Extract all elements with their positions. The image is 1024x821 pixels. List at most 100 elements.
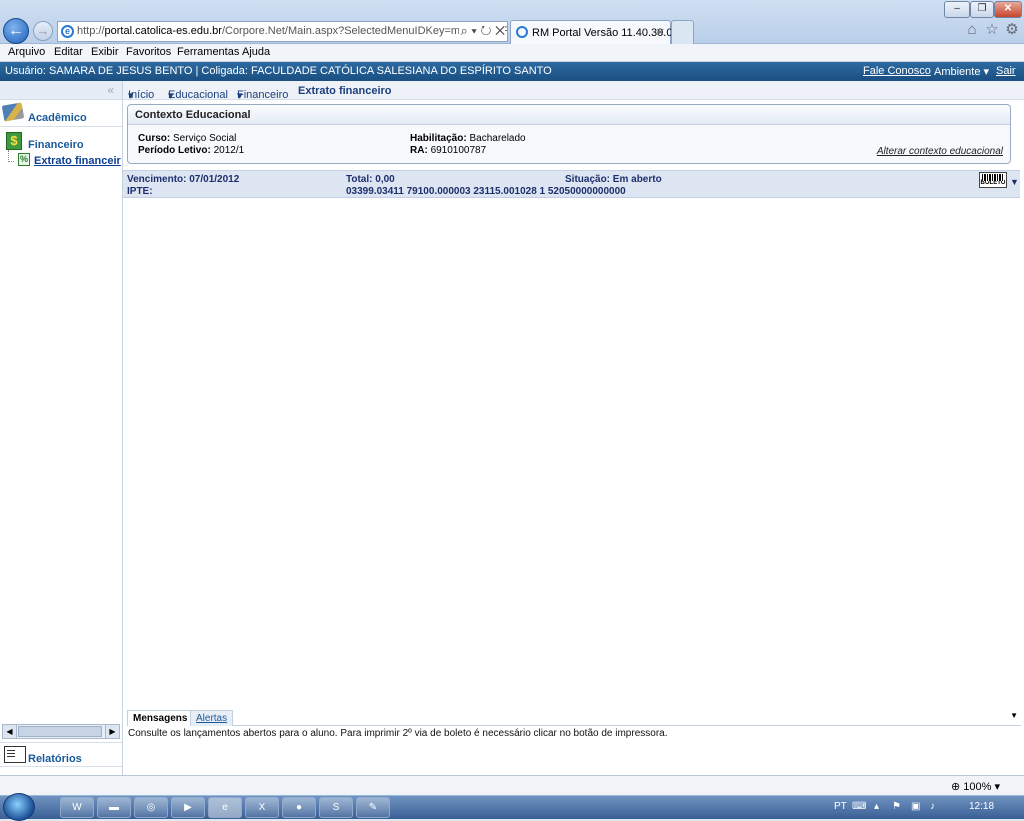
- media-player-taskbar-icon[interactable]: ▶: [171, 797, 205, 818]
- sidebar-item-label: Financeiro: [28, 139, 84, 151]
- browser-statusbar: ⊕ 100% ▾: [0, 775, 1024, 795]
- total: Total: 0,00: [346, 174, 395, 185]
- money-icon: $: [6, 132, 22, 150]
- menu-bar: Arquivo Editar Exibir Favoritos Ferramen…: [0, 44, 1024, 62]
- new-tab-button[interactable]: [671, 20, 694, 44]
- messages-tabs: Mensagens Alertas ▼: [127, 710, 1021, 726]
- menu-editar[interactable]: Editar: [54, 46, 83, 58]
- boleto-print-button[interactable]: BOLETO: [979, 172, 1007, 188]
- breadcrumb-label: Educacional: [168, 89, 228, 101]
- periodo-label: Período Letivo:: [138, 145, 211, 156]
- menu-ferramentas[interactable]: Ferramentas: [177, 46, 239, 58]
- percent-icon: %: [18, 153, 30, 166]
- search-icon[interactable]: ⌕: [461, 23, 468, 38]
- scroll-left-icon[interactable]: ◀: [3, 725, 17, 738]
- ie-taskbar-icon[interactable]: e: [208, 797, 242, 818]
- sair-link[interactable]: Sair: [996, 65, 1016, 77]
- breadcrumb: Início ▾ Educacional ▾ Financeiro ▾ Extr…: [123, 81, 1024, 102]
- clock[interactable]: 12:18: [969, 801, 994, 812]
- word-taskbar-icon[interactable]: W: [60, 797, 94, 818]
- menu-exibir[interactable]: Exibir: [91, 46, 119, 58]
- curso-field: Curso: Serviço Social: [138, 133, 236, 144]
- browser-tab[interactable]: RM Portal Versão 11.40.30.0 ✕: [510, 20, 673, 44]
- vencimento: Vencimento: 07/01/2012: [127, 174, 240, 185]
- zoom-control[interactable]: ⊕ 100% ▾: [951, 780, 1000, 793]
- gear-icon[interactable]: ⚙: [1003, 21, 1021, 39]
- panel-header: Contexto Educacional: [128, 105, 1010, 125]
- excel-taskbar-icon[interactable]: X: [245, 797, 279, 818]
- tab-close-icon[interactable]: ✕: [656, 26, 665, 39]
- dropdown-icon[interactable]: ▾: [471, 23, 476, 38]
- close-window-button[interactable]: ✕: [994, 1, 1022, 18]
- contexto-educacional-panel: Contexto Educacional Curso: Serviço Soci…: [127, 104, 1011, 164]
- back-button[interactable]: ←: [3, 18, 29, 44]
- breadcrumb-label: Financeiro: [237, 89, 289, 101]
- skype-taskbar-icon[interactable]: S: [319, 797, 353, 818]
- habilitacao-value: Bacharelado: [469, 133, 526, 144]
- ie-tab-icon: [516, 26, 528, 38]
- ra-value: 6910100787: [430, 145, 487, 156]
- scroll-right-icon[interactable]: ▶: [105, 725, 119, 738]
- portal-header: Usuário: SAMARA DE JESUS BENTO | Coligad…: [0, 62, 1024, 81]
- sidebar-item-extrato[interactable]: Extrato financeir: [34, 155, 121, 167]
- sidebar: « Acadêmico $ Financeiro % Extrato finan…: [0, 81, 123, 775]
- show-hidden-icons[interactable]: ▴: [874, 801, 879, 812]
- main-content: Início ▾ Educacional ▾ Financeiro ▾ Extr…: [123, 81, 1024, 775]
- home-icon[interactable]: ⌂: [963, 21, 981, 39]
- sidebar-item-label: Relatórios: [28, 753, 82, 765]
- ra-label: RA:: [410, 145, 428, 156]
- start-button[interactable]: [3, 793, 35, 821]
- chevron-down-icon: ▾: [237, 90, 243, 102]
- volume-icon[interactable]: ♪: [930, 801, 935, 812]
- chevron-down-icon: ▾: [994, 781, 1000, 793]
- network-icon[interactable]: ▣: [911, 801, 920, 812]
- firefox-taskbar-icon[interactable]: ●: [282, 797, 316, 818]
- tab-mensagens[interactable]: Mensagens: [127, 710, 194, 726]
- panel-title: Contexto Educacional: [135, 109, 251, 121]
- messages-dropdown-icon[interactable]: ▼: [1010, 711, 1018, 720]
- sidebar-item-academico[interactable]: Acadêmico: [0, 102, 122, 127]
- refresh-icon[interactable]: ↻: [481, 23, 492, 38]
- chevron-down-icon: ▾: [983, 66, 990, 78]
- collapse-sidebar-icon[interactable]: «: [107, 83, 114, 97]
- menu-favoritos[interactable]: Favoritos: [126, 46, 171, 58]
- address-tools[interactable]: ⌕ ▾ ↻ ✕: [458, 23, 505, 39]
- favorites-star-icon[interactable]: ☆: [983, 21, 1001, 39]
- expand-arrow-icon[interactable]: ▼: [1010, 177, 1019, 187]
- boleto-row: Vencimento: 07/01/2012 Total: 0,00 Situa…: [123, 170, 1020, 198]
- fale-conosco-link[interactable]: Fale Conosco: [863, 65, 931, 77]
- keyboard-icon[interactable]: ⌨: [852, 801, 866, 812]
- ambiente-menu[interactable]: Ambiente ▾: [934, 65, 989, 78]
- language-indicator[interactable]: PT: [834, 801, 847, 812]
- academico-icon: [1, 102, 25, 122]
- user-info: Usuário: SAMARA DE JESUS BENTO | Coligad…: [5, 65, 552, 77]
- stop-icon[interactable]: ✕: [495, 23, 505, 38]
- scroll-thumb[interactable]: [18, 726, 102, 737]
- situacao: Situação: Em aberto: [565, 174, 662, 185]
- habilitacao-field: Habilitação: Bacharelado: [410, 133, 526, 144]
- paint-taskbar-icon[interactable]: ✎: [356, 797, 390, 818]
- alterar-contexto-link[interactable]: Alterar contexto educacional: [877, 146, 1003, 157]
- explorer-taskbar-icon[interactable]: ▬: [97, 797, 131, 818]
- address-bar[interactable]: e http://portal.catolica-es.edu.br/Corpo…: [57, 21, 508, 42]
- sidebar-item-financeiro[interactable]: $ Financeiro: [0, 129, 122, 154]
- menu-ajuda[interactable]: Ajuda: [242, 46, 270, 58]
- forward-button[interactable]: →: [33, 21, 53, 41]
- menu-arquivo[interactable]: Arquivo: [8, 46, 45, 58]
- sidebar-item-relatorios[interactable]: Relatórios: [0, 742, 122, 767]
- breadcrumb-current: Extrato financeiro: [298, 85, 392, 97]
- minimize-button[interactable]: –: [944, 1, 970, 18]
- tab-alertas[interactable]: Alertas: [190, 710, 234, 726]
- chrome-taskbar-icon[interactable]: ◎: [134, 797, 168, 818]
- chevron-down-icon: ▾: [168, 90, 174, 102]
- sidebar-hscrollbar[interactable]: ◀ ▶: [2, 724, 120, 739]
- message-text: Consulte os lançamentos abertos para o a…: [128, 728, 668, 739]
- periodo-value: 2012/1: [213, 145, 245, 156]
- ipte-value: 03399.03411 79100.000003 23115.001028 1 …: [346, 186, 626, 197]
- zoom-icon: ⊕: [950, 781, 961, 793]
- tab-title: RM Portal Versão 11.40.30.0: [532, 27, 673, 39]
- tree-connector: [8, 150, 14, 162]
- flag-icon[interactable]: ⚑: [892, 801, 901, 812]
- sidebar-item-label: Acadêmico: [28, 112, 87, 124]
- restore-button[interactable]: ❐: [970, 1, 994, 18]
